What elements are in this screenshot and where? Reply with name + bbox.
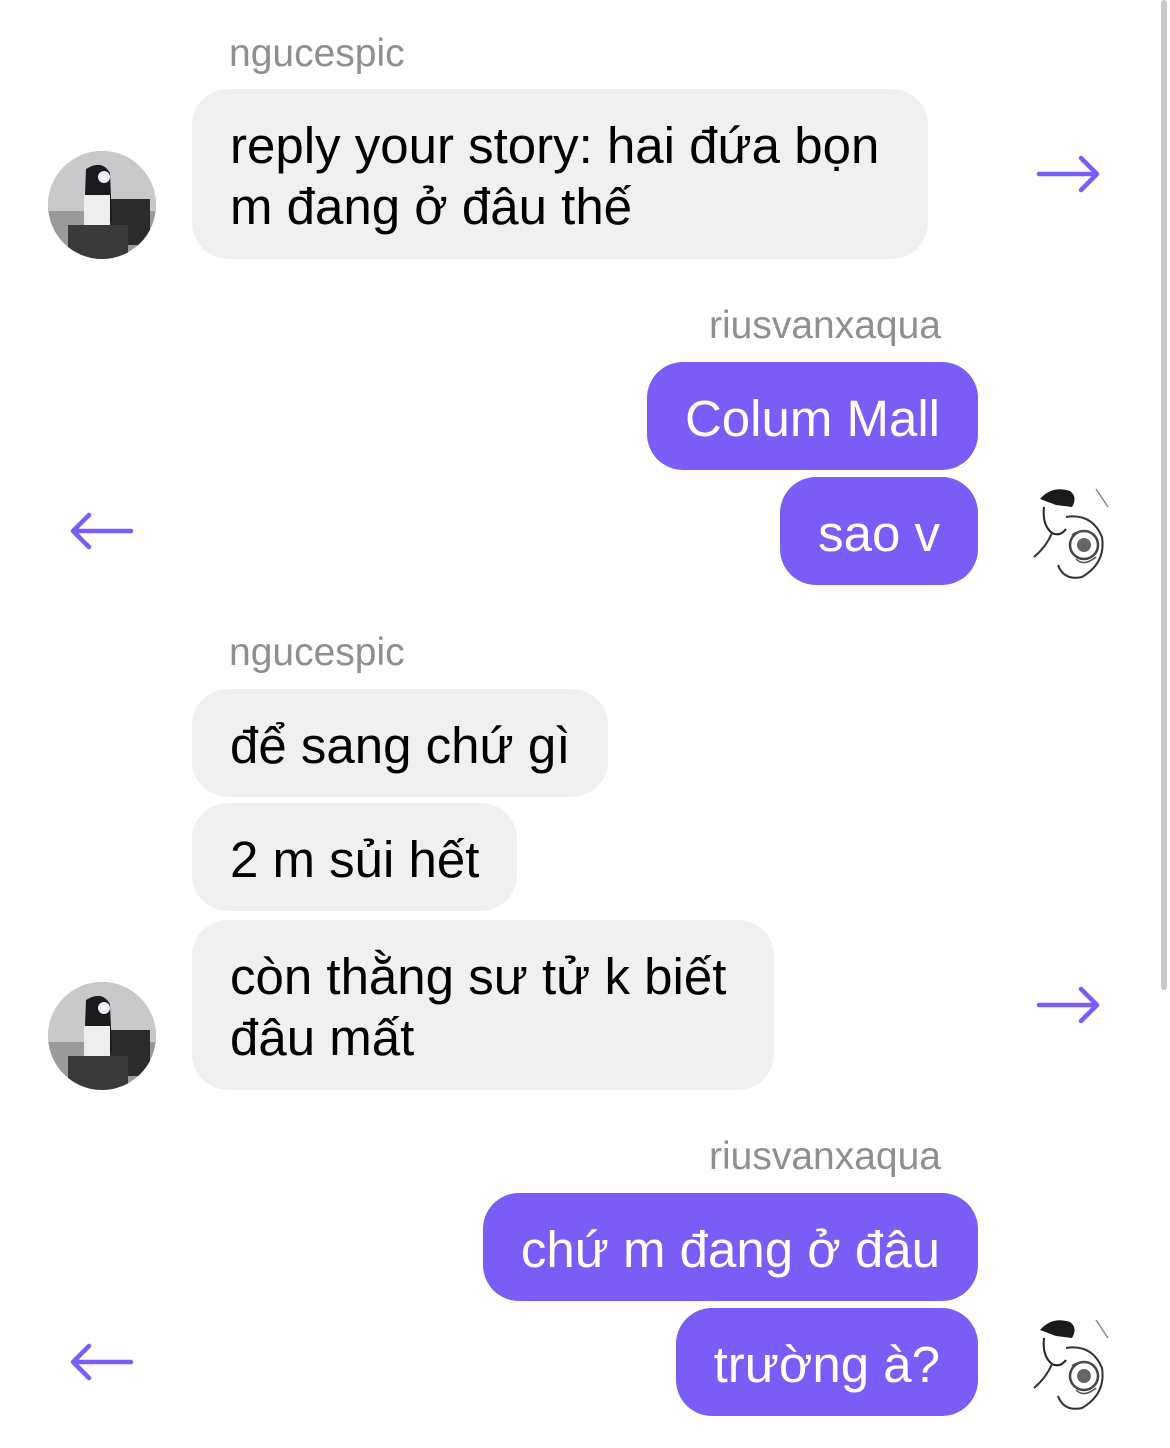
message-bubble[interactable]: 2 m sủi hết [192,803,518,911]
message-line: m đang ở đâu thế [230,178,633,235]
scrollbar[interactable] [1161,0,1167,990]
message-bubble[interactable]: để sang chứ gì [192,689,609,797]
message-bubble[interactable]: Colum Mall [646,362,978,470]
avatar-sketch-icon [1012,1308,1120,1416]
avatar-photo-icon [48,151,156,259]
message-line: reply your story: hai đứa bọn [230,117,880,174]
message-bubble[interactable]: sao v [780,477,978,585]
message-line: đâu mất [230,1009,415,1066]
message-bubble[interactable]: trường à? [675,1308,978,1416]
sender-name: riusvanxaqua [709,304,941,347]
avatar[interactable] [1012,1308,1120,1416]
sender-name: ngucespic [229,631,405,674]
arrow-right-icon[interactable] [1036,154,1102,194]
avatar-photo-icon [48,982,156,1090]
sender-name: riusvanxaqua [709,1135,941,1178]
avatar[interactable] [48,982,156,1090]
arrow-left-icon[interactable] [68,1342,134,1382]
sender-name: ngucespic [229,32,405,75]
message-bubble[interactable]: còn thằng sư tử k biết đâu mất [192,920,774,1090]
message-bubble[interactable]: reply your story: hai đứa bọn m đang ở đ… [192,89,928,259]
message-line: còn thằng sư tử k biết [230,948,727,1005]
message-bubble[interactable]: chứ m đang ở đâu [482,1193,978,1301]
arrow-left-icon[interactable] [68,511,134,551]
arrow-right-icon[interactable] [1036,985,1102,1025]
avatar-sketch-icon [1012,477,1120,585]
avatar[interactable] [1012,477,1120,585]
avatar[interactable] [48,151,156,259]
